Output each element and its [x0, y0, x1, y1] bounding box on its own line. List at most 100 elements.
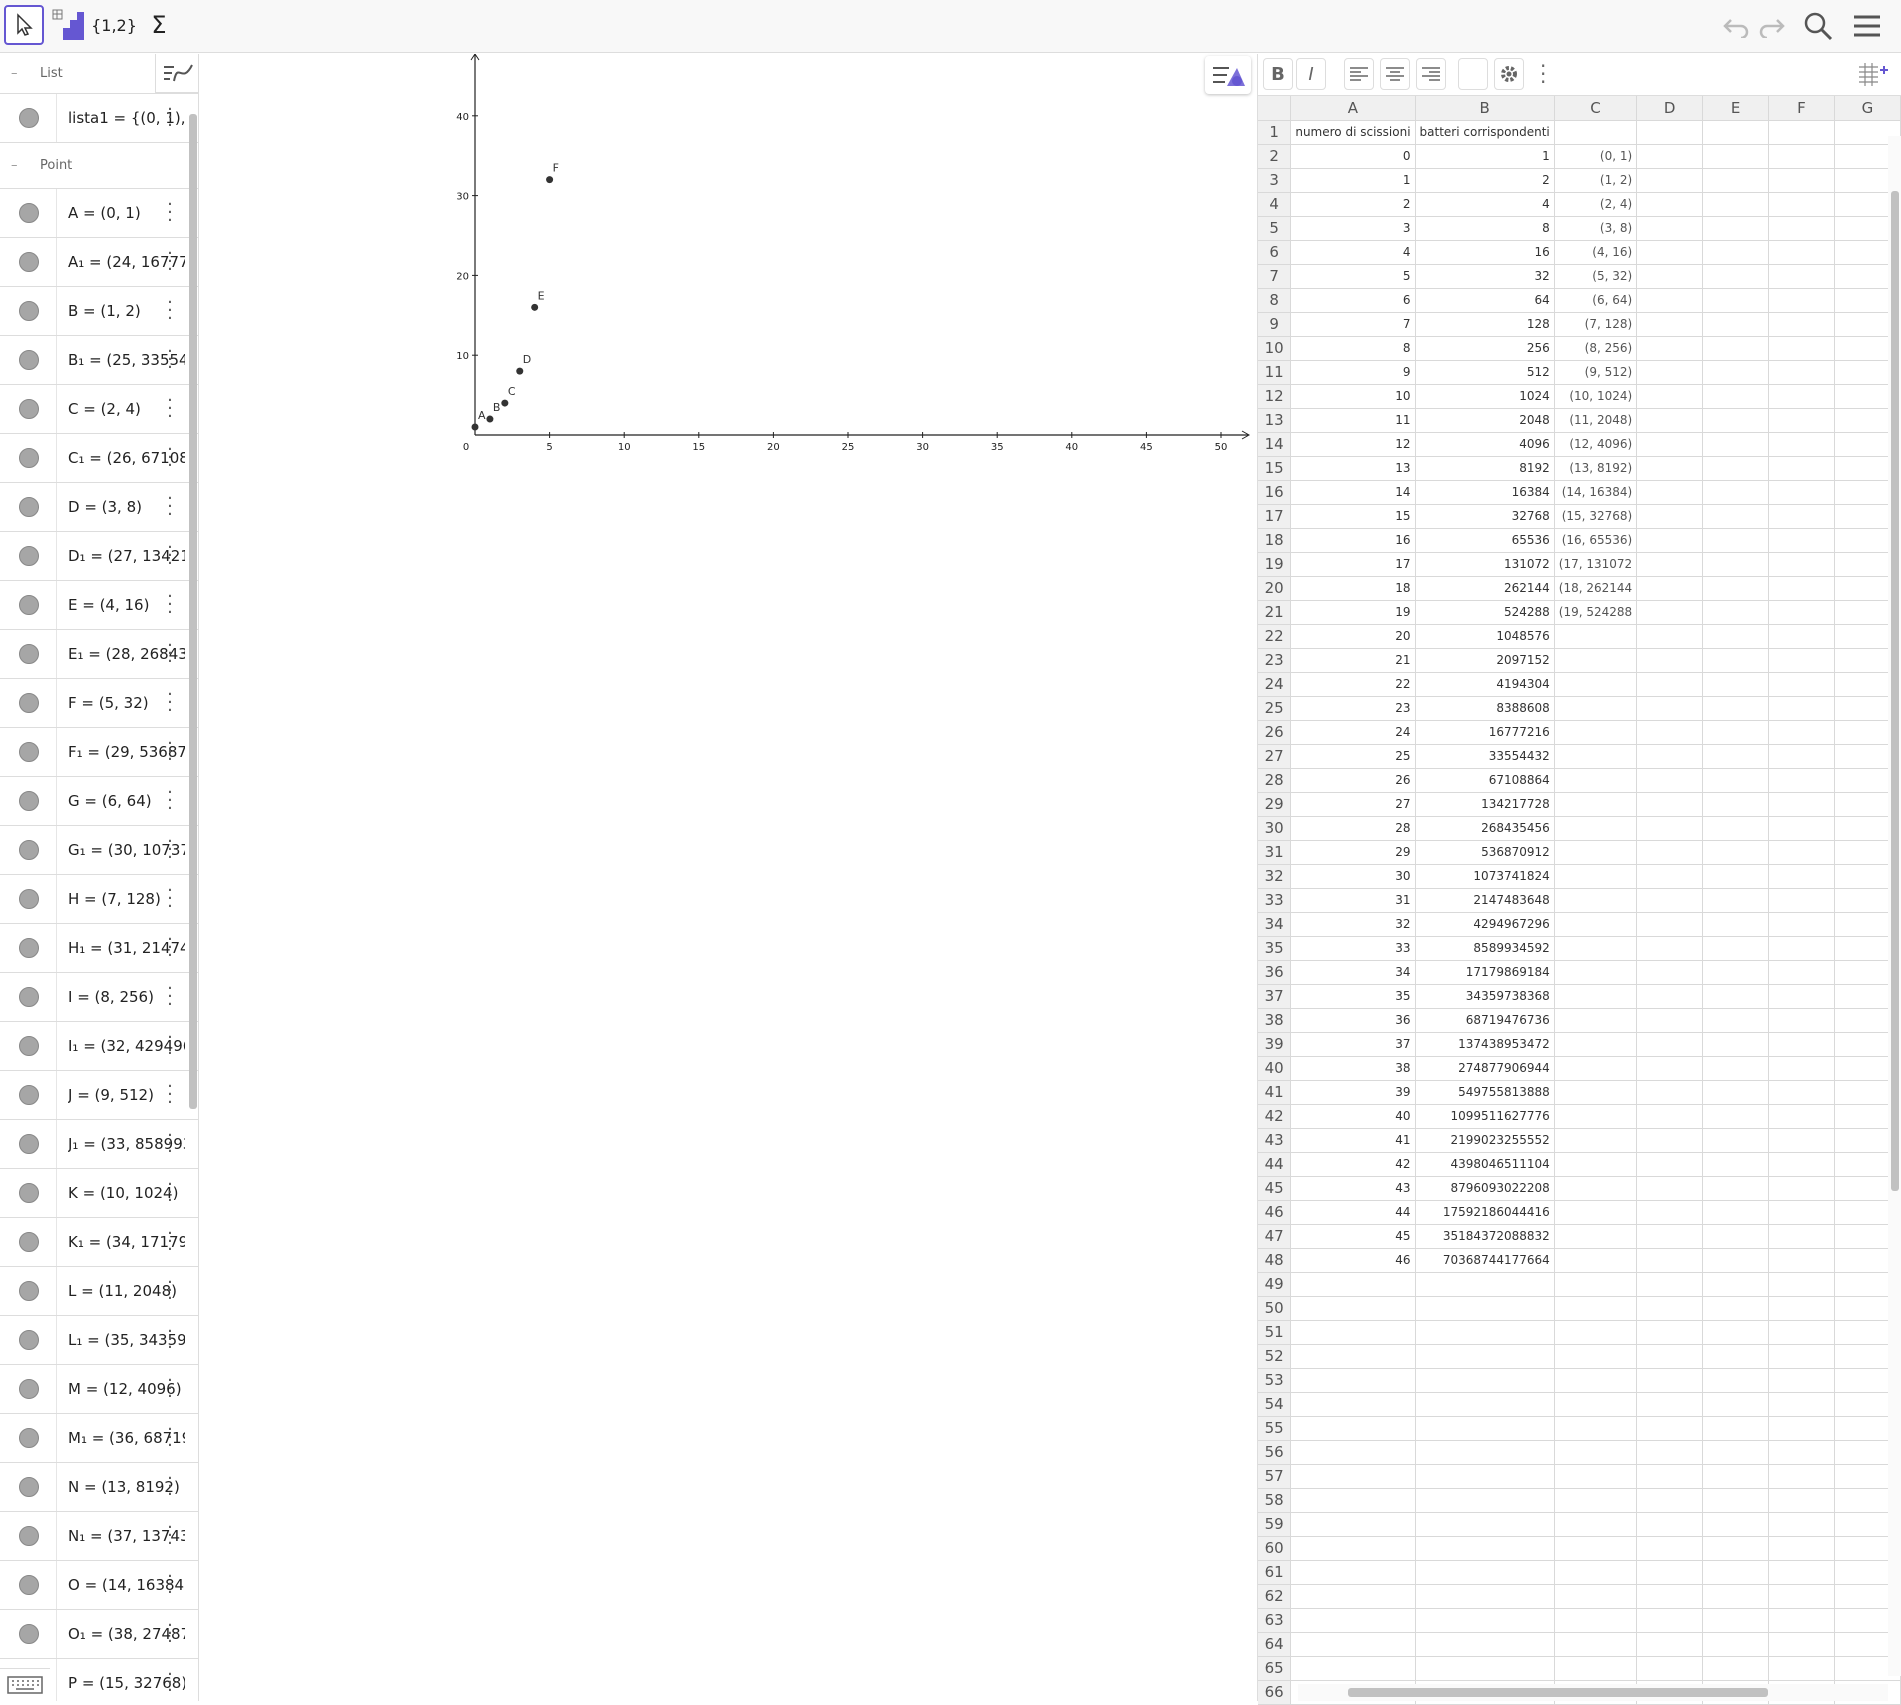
cell-C54[interactable]: [1554, 1392, 1638, 1417]
row-header[interactable]: 46: [1258, 1200, 1292, 1225]
cell-E63[interactable]: [1702, 1608, 1770, 1633]
row-header[interactable]: 55: [1258, 1416, 1292, 1441]
row-header[interactable]: 65: [1258, 1656, 1292, 1681]
row-header[interactable]: 26: [1258, 720, 1292, 745]
cell-E21[interactable]: [1702, 600, 1770, 625]
cell-B42[interactable]: 1099511627776: [1415, 1104, 1555, 1129]
cell-E57[interactable]: [1702, 1464, 1770, 1489]
cell-E45[interactable]: [1702, 1176, 1770, 1201]
cell-F56[interactable]: [1768, 1440, 1835, 1465]
cell-B44[interactable]: 4398046511104: [1415, 1152, 1555, 1177]
more-options-icon[interactable]: · · ·: [165, 392, 175, 426]
cell-C27[interactable]: [1554, 744, 1638, 769]
cell-C26[interactable]: [1554, 720, 1638, 745]
row-header[interactable]: 36: [1258, 960, 1292, 985]
cell-E35[interactable]: [1702, 936, 1770, 961]
cell-F10[interactable]: [1768, 336, 1835, 361]
cell-C42[interactable]: [1554, 1104, 1638, 1129]
cell-E62[interactable]: [1702, 1584, 1770, 1609]
cell-B3[interactable]: 2: [1415, 168, 1555, 193]
cell-F6[interactable]: [1768, 240, 1835, 265]
cell-D37[interactable]: [1636, 984, 1704, 1009]
cell-C25[interactable]: [1554, 696, 1638, 721]
cell-A40[interactable]: 38: [1290, 1056, 1416, 1081]
cell-A39[interactable]: 37: [1290, 1032, 1416, 1057]
cell-C7[interactable]: (5, 32): [1554, 264, 1638, 289]
cell-E44[interactable]: [1702, 1152, 1770, 1177]
cell-F18[interactable]: [1768, 528, 1835, 553]
cell-A53[interactable]: [1290, 1368, 1416, 1393]
cell-A52[interactable]: [1290, 1344, 1416, 1369]
cell-D3[interactable]: [1636, 168, 1704, 193]
algebra-style-button[interactable]: [155, 54, 198, 93]
cell-F21[interactable]: [1768, 600, 1835, 625]
row-header[interactable]: 62: [1258, 1584, 1292, 1609]
cell-A58[interactable]: [1290, 1488, 1416, 1513]
cell-D57[interactable]: [1636, 1464, 1704, 1489]
cell-A8[interactable]: 6: [1290, 288, 1416, 313]
cell-E52[interactable]: [1702, 1344, 1770, 1369]
cell-B25[interactable]: 8388608: [1415, 696, 1555, 721]
visibility-toggle[interactable]: [19, 350, 39, 370]
cell-E31[interactable]: [1702, 840, 1770, 865]
cell-C31[interactable]: [1554, 840, 1638, 865]
cell-E33[interactable]: [1702, 888, 1770, 913]
cell-D35[interactable]: [1636, 936, 1704, 961]
cell-F23[interactable]: [1768, 648, 1835, 673]
cell-E15[interactable]: [1702, 456, 1770, 481]
visibility-toggle[interactable]: [19, 1428, 39, 1448]
cell-D53[interactable]: [1636, 1368, 1704, 1393]
cell-F13[interactable]: [1768, 408, 1835, 433]
section-header-point[interactable]: – Point: [0, 143, 198, 189]
cell-A34[interactable]: 32: [1290, 912, 1416, 937]
visibility-toggle[interactable]: [19, 791, 39, 811]
row-header[interactable]: 9: [1258, 312, 1292, 337]
cell-D5[interactable]: [1636, 216, 1704, 241]
row-header[interactable]: 43: [1258, 1128, 1292, 1153]
algebra-scrollbar[interactable]: [189, 114, 197, 1109]
cell-B20[interactable]: 262144: [1415, 576, 1555, 601]
cell-B62[interactable]: [1415, 1584, 1555, 1609]
cell-E24[interactable]: [1702, 672, 1770, 697]
cell-B47[interactable]: 35184372088832: [1415, 1224, 1555, 1249]
more-options-icon[interactable]: · · ·: [165, 931, 175, 965]
cell-B28[interactable]: 67108864: [1415, 768, 1555, 793]
graphics-style-button[interactable]: [1205, 56, 1251, 94]
cell-D8[interactable]: [1636, 288, 1704, 313]
row-header[interactable]: 22: [1258, 624, 1292, 649]
keyboard-toggle[interactable]: [0, 1668, 50, 1701]
cell-B9[interactable]: 128: [1415, 312, 1555, 337]
cell-F58[interactable]: [1768, 1488, 1835, 1513]
row-header[interactable]: 38: [1258, 1008, 1292, 1033]
point-item[interactable]: L = (11, 2048) · · ·: [0, 1267, 198, 1316]
column-header[interactable]: A: [1290, 96, 1416, 121]
cell-E25[interactable]: [1702, 696, 1770, 721]
cell-E7[interactable]: [1702, 264, 1770, 289]
cell-C45[interactable]: [1554, 1176, 1638, 1201]
cell-D24[interactable]: [1636, 672, 1704, 697]
cell-D49[interactable]: [1636, 1272, 1704, 1297]
more-options-icon[interactable]: · · ·: [165, 1519, 175, 1553]
more-options-icon[interactable]: · · ·: [165, 980, 175, 1014]
visibility-toggle[interactable]: [19, 1281, 39, 1301]
cell-D19[interactable]: [1636, 552, 1704, 577]
cell-F1[interactable]: [1768, 120, 1835, 145]
row-header[interactable]: 44: [1258, 1152, 1292, 1177]
cell-A28[interactable]: 26: [1290, 768, 1416, 793]
cell-A35[interactable]: 33: [1290, 936, 1416, 961]
cell-F41[interactable]: [1768, 1080, 1835, 1105]
cell-C11[interactable]: (9, 512): [1554, 360, 1638, 385]
cell-F55[interactable]: [1768, 1416, 1835, 1441]
cell-D45[interactable]: [1636, 1176, 1704, 1201]
cell-E56[interactable]: [1702, 1440, 1770, 1465]
cell-E5[interactable]: [1702, 216, 1770, 241]
cell-F33[interactable]: [1768, 888, 1835, 913]
cell-A3[interactable]: 1: [1290, 168, 1416, 193]
visibility-toggle[interactable]: [19, 840, 39, 860]
cell-D31[interactable]: [1636, 840, 1704, 865]
cell-C22[interactable]: [1554, 624, 1638, 649]
cell-D36[interactable]: [1636, 960, 1704, 985]
more-options-icon[interactable]: · · ·: [165, 588, 175, 622]
cell-D50[interactable]: [1636, 1296, 1704, 1321]
cell-F49[interactable]: [1768, 1272, 1835, 1297]
